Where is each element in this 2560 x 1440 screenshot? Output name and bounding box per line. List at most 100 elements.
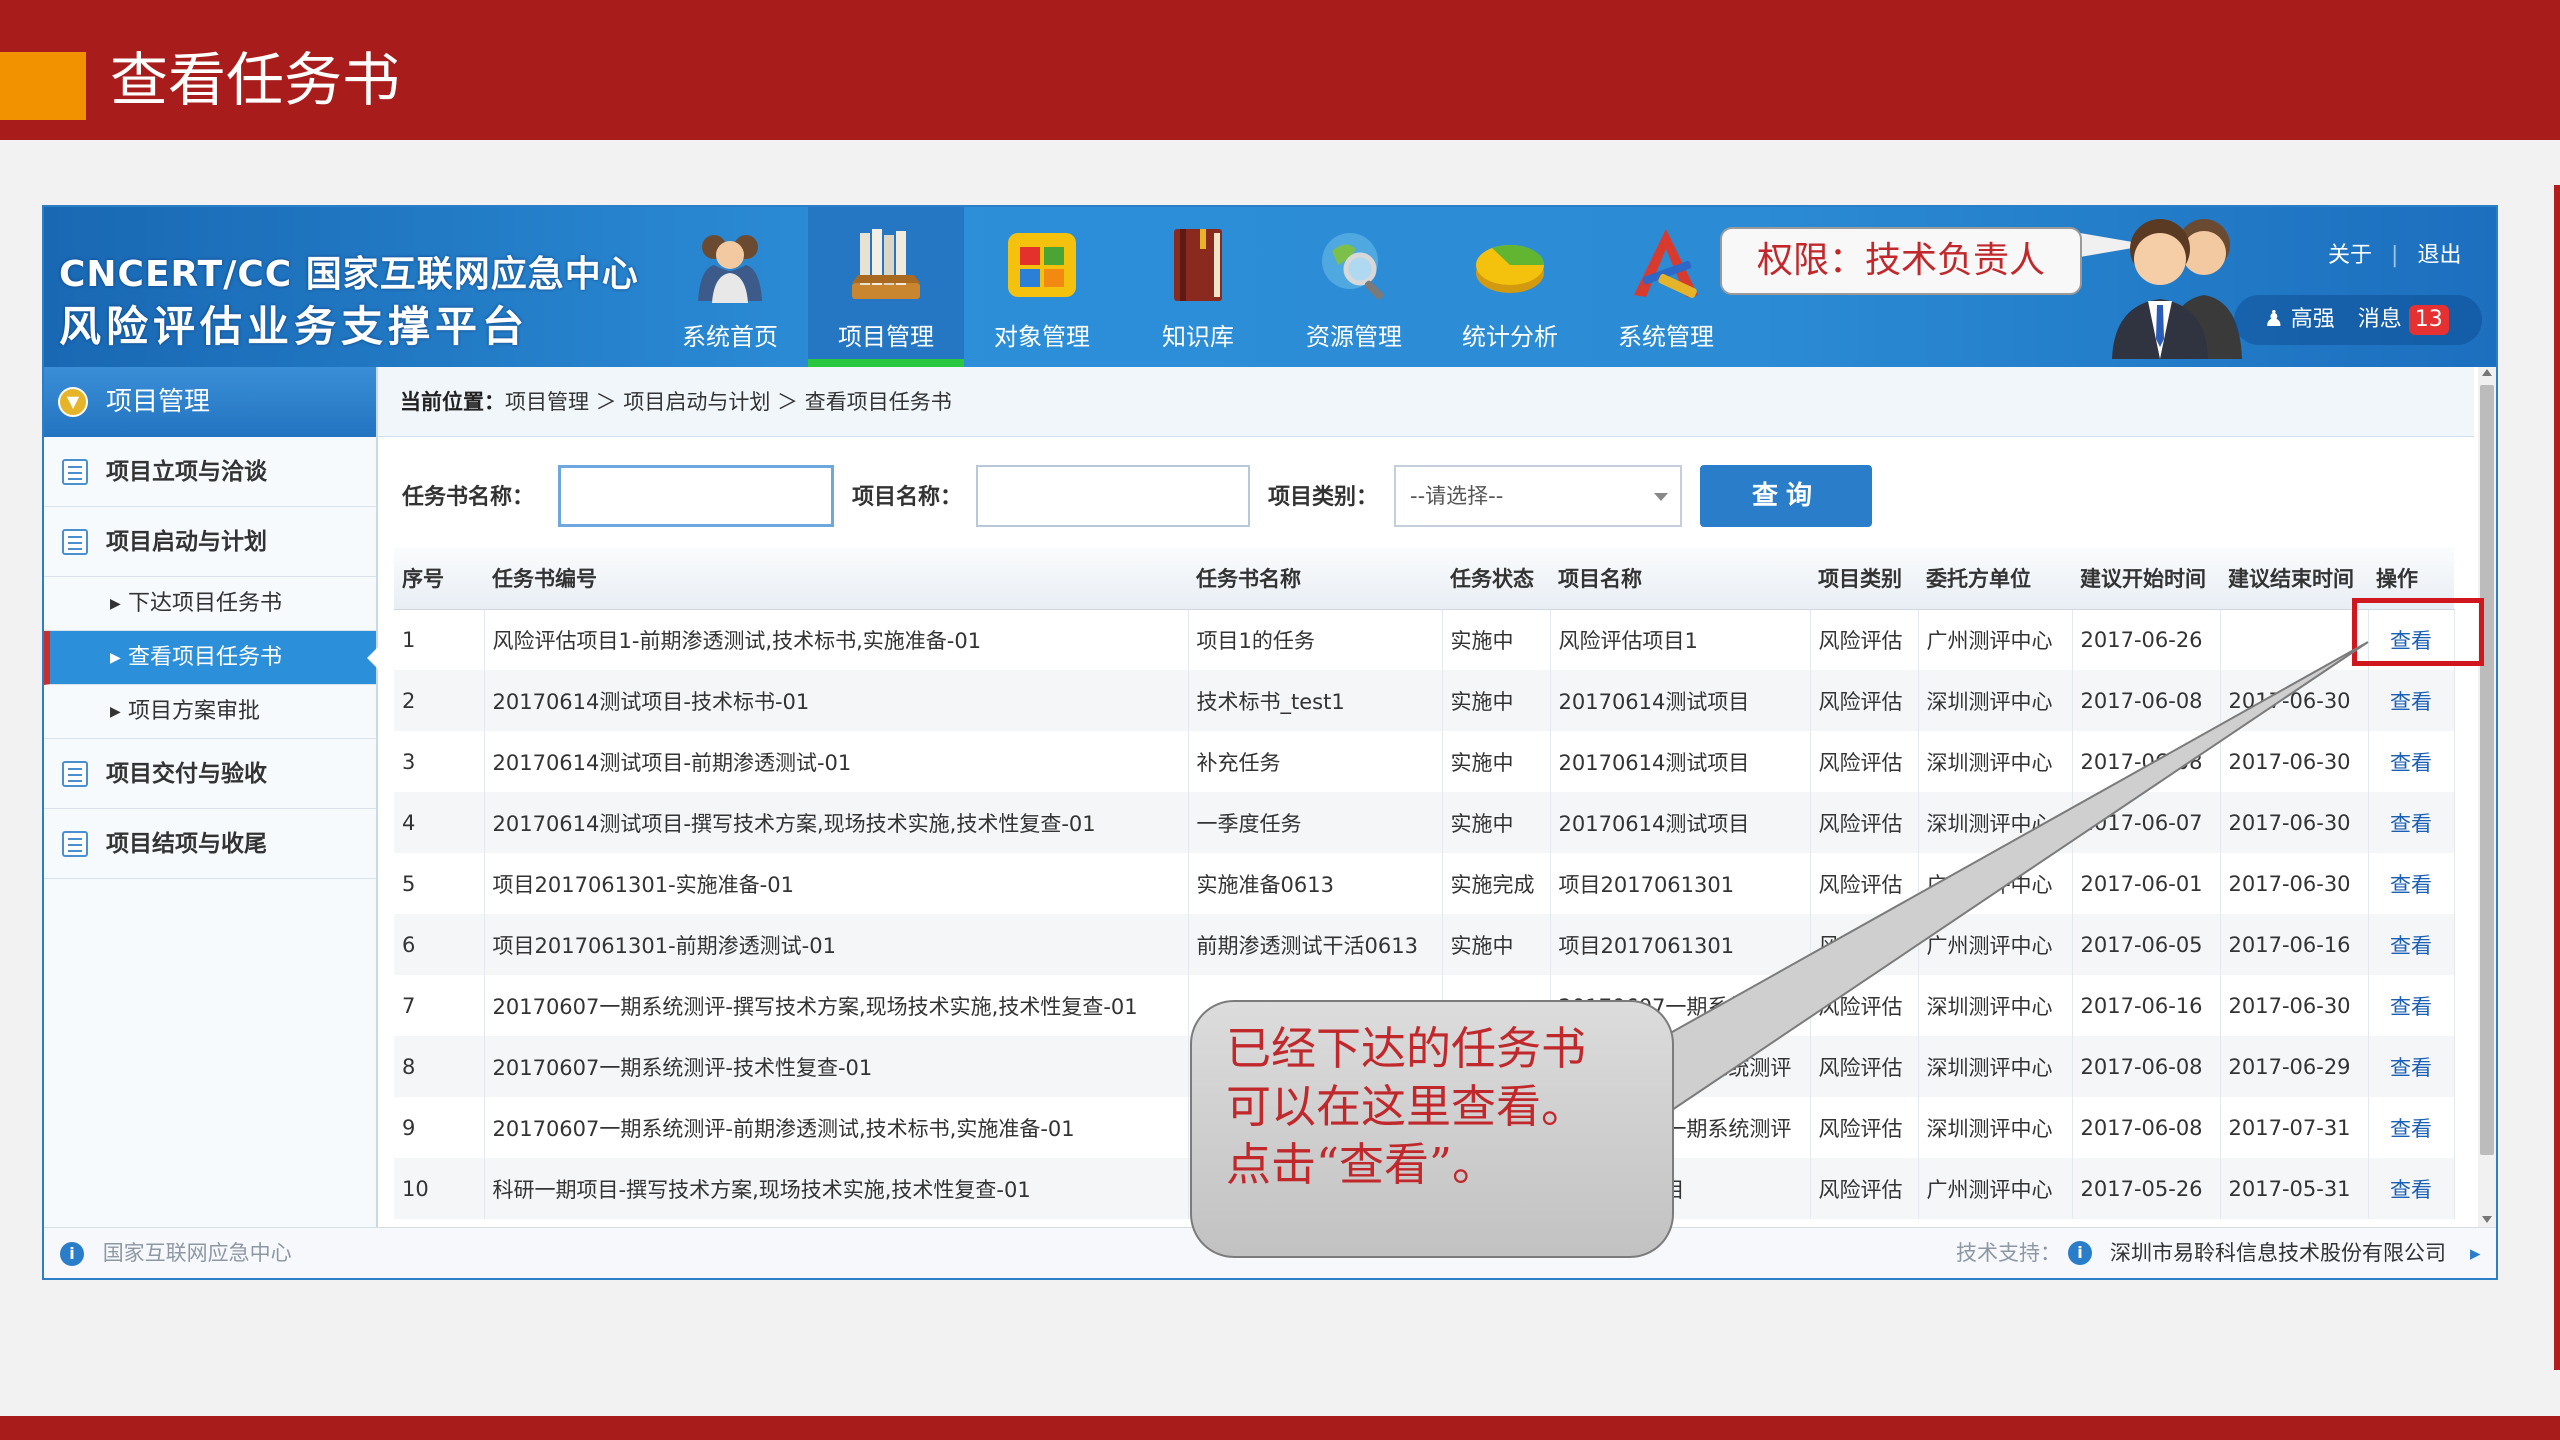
- table-cell: 20170614测试项目: [1550, 792, 1811, 853]
- table-cell: 2017-06-30: [2220, 731, 2369, 792]
- callout-line: 可以在这里查看。: [1226, 1080, 1587, 1133]
- table-cell: 一季度任务: [1188, 792, 1443, 853]
- slide-footer-bar: [0, 1416, 2560, 1440]
- table-row: 5 项目2017061301-实施准备-01 实施准备0613 实施完成 项目20170…: [394, 853, 2455, 914]
- table-cell: 实施中: [1442, 609, 1551, 670]
- table-cell: 2017-06-07: [2072, 792, 2221, 853]
- table-cell: 10: [394, 1158, 485, 1219]
- support-company[interactable]: 深圳市易聆科信息技术股份有限公司: [2110, 1228, 2446, 1278]
- callout-bubble: 已经下达的任务书 可以在这里查看。 点击“查看”。: [1190, 1000, 1674, 1258]
- vertical-scrollbar[interactable]: [2478, 367, 2496, 1227]
- table-cell: 实施中: [1442, 731, 1551, 792]
- column-header: 项目类别: [1810, 547, 1918, 610]
- nav-statistics[interactable]: 统计分析: [1432, 207, 1588, 367]
- view-link[interactable]: 查看: [2368, 670, 2455, 731]
- column-header: 建议开始时间: [2072, 547, 2220, 610]
- sidebar-item-project-initiation[interactable]: 项目立项与洽谈: [44, 437, 376, 507]
- breadcrumb-label: 当前位置：: [400, 390, 505, 414]
- project-name-input[interactable]: [976, 465, 1250, 527]
- messages-link[interactable]: 消息: [2358, 307, 2402, 332]
- table-cell: 2017-06-29: [2220, 1036, 2369, 1097]
- sidebar-item-closure[interactable]: 项目结项与收尾: [44, 809, 376, 879]
- sidebar-subitem-plan-approval[interactable]: ▶ 项目方案审批: [44, 685, 376, 739]
- table-cell: 风险评估: [1810, 853, 1919, 914]
- nav-label: 系统首页: [682, 323, 778, 351]
- table-cell: 2017-06-16: [2220, 914, 2369, 975]
- nav-object[interactable]: 对象管理: [964, 207, 1120, 367]
- view-link[interactable]: 查看: [2368, 792, 2455, 853]
- list-icon: [62, 831, 88, 857]
- table-cell: 2017-05-31: [2220, 1158, 2369, 1219]
- table-cell: 风险评估: [1810, 792, 1919, 853]
- top-links: 关于 | 退出: [2328, 237, 2461, 269]
- sidebar-subitem-issue-task[interactable]: ▶ 下达项目任务书: [44, 577, 376, 631]
- about-link[interactable]: 关于: [2328, 237, 2372, 269]
- user-avatar-icon: [2112, 219, 2242, 359]
- users-icon: [698, 235, 762, 303]
- table-cell: 9: [394, 1097, 485, 1158]
- table-cell: 实施中: [1442, 914, 1551, 975]
- permission-label: 权限：技术负责人: [1720, 227, 2082, 295]
- tools-icon: [1634, 229, 1698, 298]
- view-link[interactable]: 查看: [2368, 1036, 2455, 1097]
- nav-home[interactable]: 系统首页: [652, 207, 808, 367]
- scroll-up-icon[interactable]: [2482, 369, 2492, 376]
- table-cell: 风险评估: [1810, 1036, 1919, 1097]
- list-icon: [62, 529, 88, 555]
- table-cell: 深圳测评中心: [1918, 670, 2073, 731]
- scroll-down-icon[interactable]: [2482, 1216, 2492, 1223]
- sidebar-item-project-start[interactable]: 项目启动与计划: [44, 507, 376, 577]
- project-type-select[interactable]: --请选择--: [1394, 465, 1682, 527]
- table-cell: 风险评估项目1-前期渗透测试,技术标书,实施准备-01: [484, 609, 1189, 670]
- table-cell: 2017-05-26: [2072, 1158, 2221, 1219]
- scroll-thumb[interactable]: [2480, 385, 2494, 1155]
- view-link[interactable]: 查看: [2368, 1097, 2455, 1158]
- table-cell: 实施准备0613: [1188, 853, 1443, 914]
- view-link[interactable]: 查看: [2368, 914, 2455, 975]
- column-header: 序号: [394, 547, 484, 610]
- table-cell: 项目2017061301-实施准备-01: [484, 853, 1189, 914]
- view-link[interactable]: 查看: [2368, 975, 2455, 1036]
- table-cell: 广州测评中心: [1918, 853, 2073, 914]
- sidebar-subitem-label: 查看项目任务书: [128, 645, 283, 670]
- highlight-box: [2352, 598, 2484, 666]
- table-cell: 风险评估: [1810, 975, 1919, 1036]
- table-cell: 风险评估: [1810, 670, 1919, 731]
- table-cell: 深圳测评中心: [1918, 792, 2073, 853]
- sidebar-item-delivery[interactable]: 项目交付与验收: [44, 739, 376, 809]
- breadcrumb-path: 项目管理 ＞ 项目启动与计划 ＞ 查看项目任务书: [505, 390, 952, 414]
- column-header: 委托方单位: [1918, 547, 2072, 610]
- table-cell: 2017-06-30: [2220, 792, 2369, 853]
- slide-right-rule: [2554, 185, 2560, 1370]
- globe-search-icon: [1322, 233, 1384, 300]
- nav-label: 知识库: [1162, 323, 1234, 351]
- table-cell: 风险评估: [1810, 914, 1919, 975]
- nav-project[interactable]: 项目管理: [808, 207, 964, 367]
- user-name[interactable]: 高强: [2291, 307, 2335, 332]
- table-cell: 3: [394, 731, 485, 792]
- view-link[interactable]: 查看: [2368, 1158, 2455, 1219]
- nav-resource[interactable]: 资源管理: [1276, 207, 1432, 367]
- sidebar: ▼ 项目管理 项目立项与洽谈 项目启动与计划 ▶ 下达项目任务书 ▶ 查看项目任务书 …: [44, 367, 378, 1227]
- table-cell: 实施完成: [1442, 853, 1551, 914]
- table-row: 2 20170614测试项目-技术标书-01 技术标书_test1 实施中 201706…: [394, 670, 2455, 731]
- column-header: 任务书名称: [1188, 547, 1442, 610]
- view-link[interactable]: 查看: [2368, 731, 2455, 792]
- nav-label: 统计分析: [1462, 323, 1558, 351]
- support-label: 技术支持：: [1956, 1241, 2061, 1265]
- sidebar-item-label: 项目结项与收尾: [106, 831, 267, 857]
- table-cell: 8: [394, 1036, 485, 1097]
- task-name-label: 任务书名称：: [402, 485, 535, 510]
- view-link[interactable]: 查看: [2368, 853, 2455, 914]
- person-icon: ♟: [2264, 307, 2284, 332]
- table-cell: 20170607一期系统测评-撰写技术方案,现场技术实施,技术性复查-01: [484, 975, 1189, 1036]
- query-button[interactable]: 查询: [1700, 465, 1872, 527]
- sidebar-subitem-view-task[interactable]: ▶ 查看项目任务书: [44, 631, 378, 685]
- caret-right-icon: ▶: [110, 650, 121, 666]
- sidebar-header[interactable]: ▼ 项目管理: [44, 367, 376, 437]
- table-cell: 深圳测评中心: [1918, 1097, 2073, 1158]
- task-name-input[interactable]: [558, 465, 834, 527]
- logout-link[interactable]: 退出: [2417, 237, 2461, 269]
- table-cell: 广州测评中心: [1918, 914, 2073, 975]
- nav-knowledge[interactable]: 知识库: [1120, 207, 1276, 367]
